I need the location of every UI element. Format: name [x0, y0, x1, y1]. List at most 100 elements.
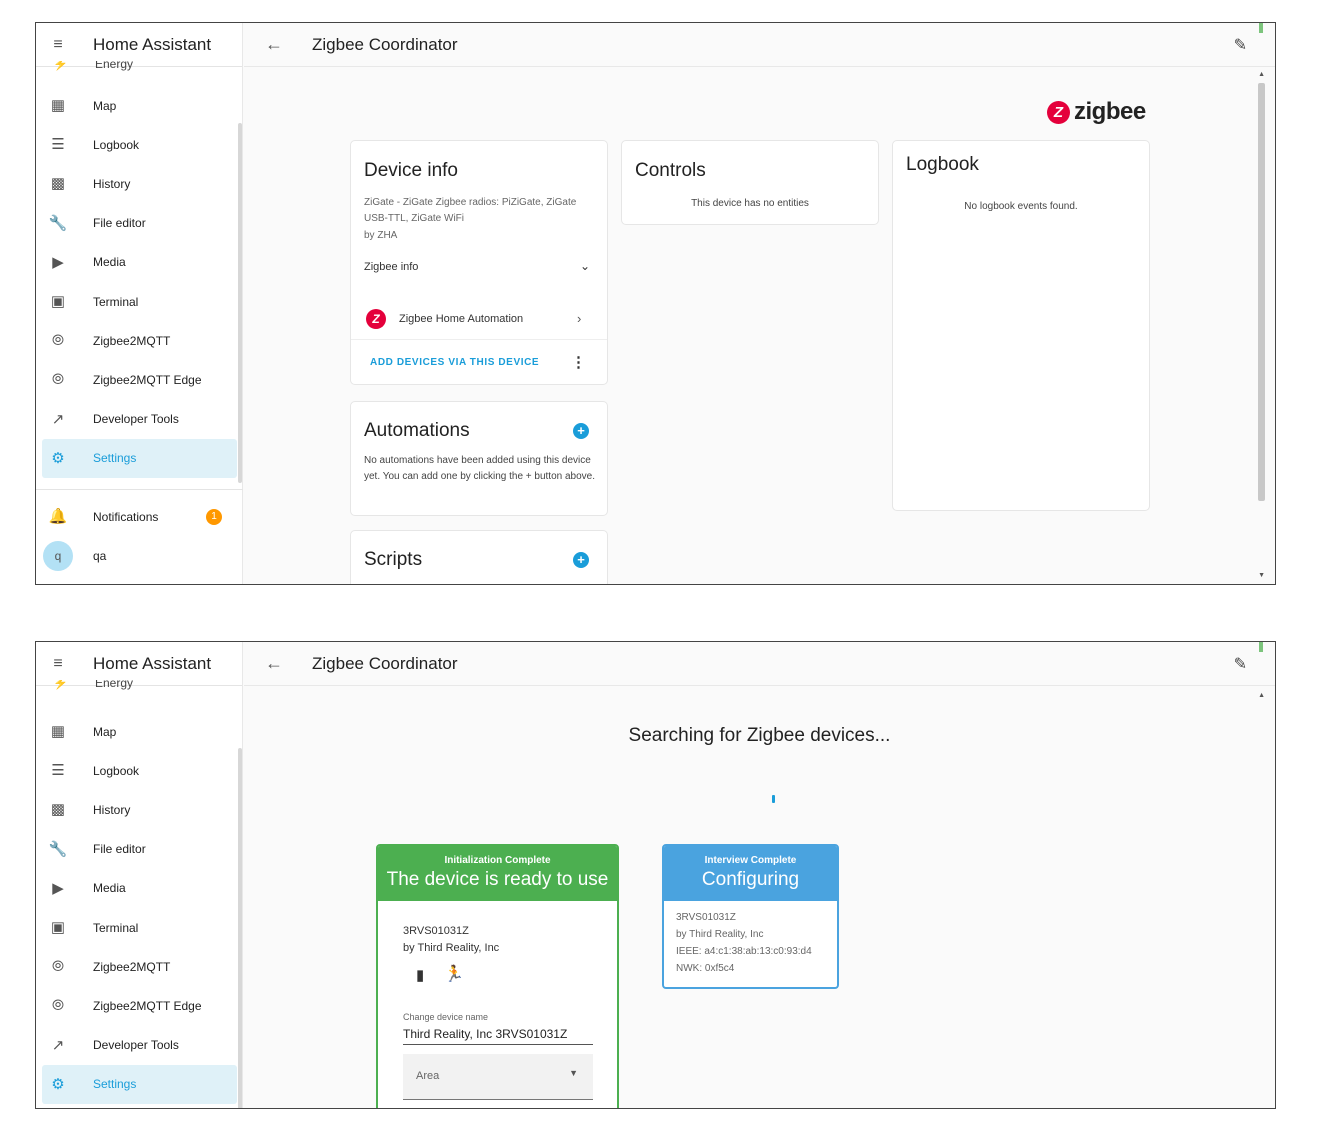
device-ieee: IEEE: a4:c1:38:ab:13:c0:93:d4 — [676, 946, 812, 957]
sidebar-item-file-editor[interactable]: 🔧 File editor — [36, 204, 243, 243]
device-description: ZiGate - ZiGate Zigbee radios: PiZiGate,… — [364, 197, 577, 224]
sidebar-item-developer-tools[interactable]: ↗ Developer Tools — [36, 1026, 243, 1065]
add-devices-button[interactable]: ADD DEVICES VIA THIS DEVICE — [370, 357, 539, 368]
media-icon: ▶ — [52, 879, 64, 897]
menu-icon[interactable]: ≡ — [36, 36, 80, 54]
back-arrow-icon[interactable]: ← — [252, 653, 296, 674]
chevron-right-icon[interactable]: › — [577, 311, 581, 326]
zigbee-logo: Z zigbee — [1047, 98, 1146, 126]
sidebar-item-map[interactable]: ▦ Map — [36, 712, 243, 751]
sidebar-item-zigbee2mqtt-edge[interactable]: ⦾ Zigbee2MQTT Edge — [36, 360, 243, 399]
device-ready-stage: The device is ready to use — [386, 869, 609, 890]
sidebar-item-terminal[interactable]: ▣ Terminal — [36, 282, 243, 321]
chevron-down-icon[interactable]: ⌄ — [580, 259, 590, 273]
motion-sensor-icon: 🏃 — [444, 966, 464, 983]
sidebar-item-zigbee2mqtt-edge[interactable]: ⦾ Zigbee2MQTT Edge — [36, 986, 243, 1025]
device-nwk: NWK: 0xf5c4 — [676, 963, 735, 974]
zigbee-info-toggle[interactable]: Zigbee info — [364, 261, 418, 273]
menu-icon[interactable]: ≡ — [36, 655, 80, 673]
scripts-title: Scripts — [364, 549, 423, 570]
card-divider — [351, 339, 607, 340]
sidebar-item-settings[interactable]: ⚙ Settings — [42, 438, 237, 478]
sidebar: ≡ Home Assistant ⚡ Energy ▦ Map ☰ Logbook … — [36, 642, 243, 1108]
integration-link[interactable]: Zigbee Home Automation — [399, 313, 523, 325]
screenshot-add-devices: ≡ Home Assistant ⚡ Energy ▦ Map ☰ Logbook … — [35, 641, 1276, 1109]
add-automation-button[interactable]: + — [573, 423, 589, 439]
sidebar-item-map[interactable]: ▦ Map — [36, 86, 243, 125]
device-info-title: Device info — [364, 160, 458, 181]
zigbee2mqtt-edge-icon: ⦾ — [51, 997, 64, 1015]
sidebar-item-zigbee2mqtt[interactable]: ⦾ Zigbee2MQTT — [36, 321, 243, 360]
sidebar-item-file-editor[interactable]: 🔧 File editor — [36, 830, 243, 869]
hammer-icon: ↗ — [51, 1036, 65, 1054]
gear-icon: ⚙ — [51, 449, 65, 467]
sidebar-item-user[interactable]: q qa — [36, 536, 243, 575]
sidebar: ≡ Home Assistant ⚡ Energy ▦ Map ☰ Logbook … — [36, 23, 243, 584]
zha-logo-icon: Z — [366, 309, 386, 329]
zigbee2mqtt-edge-icon: ⦾ — [51, 371, 64, 389]
page-title: Zigbee Coordinator — [312, 653, 458, 673]
wrench-icon: 🔧 — [48, 214, 68, 232]
hammer-icon: ↗ — [51, 410, 65, 428]
device-info-card: Device info ZiGate - ZiGate Zigbee radio… — [350, 140, 608, 385]
sidebar-footer: 🔔 Notifications 1 q qa — [36, 497, 243, 575]
map-icon: ▦ — [50, 723, 66, 741]
sidebar-item-logbook[interactable]: ☰ Logbook — [36, 751, 243, 790]
gear-icon: ⚙ — [51, 1075, 65, 1093]
terminal-icon: ▣ — [50, 919, 66, 937]
controls-title: Controls — [635, 160, 706, 181]
sidebar-item-media[interactable]: ▶ Media — [36, 869, 243, 908]
device-model: 3RVS01031Z — [403, 925, 469, 937]
zigbee2mqtt-icon: ⦾ — [51, 332, 64, 350]
scripts-card: Scripts + — [350, 530, 608, 584]
scroll-up-arrow[interactable]: ▲ — [1258, 71, 1265, 78]
sidebar-divider — [36, 489, 243, 490]
add-script-button[interactable]: + — [573, 552, 589, 568]
sidebar-scrollbar[interactable] — [238, 748, 242, 1108]
device-manufacturer: by Third Reality, Inc — [676, 929, 764, 940]
logbook-icon: ☰ — [51, 136, 65, 154]
status-indicator — [1259, 642, 1263, 652]
main-scrollbar[interactable] — [1258, 83, 1265, 501]
searching-heading: Searching for Zigbee devices... — [628, 725, 891, 746]
notification-badge: 1 — [206, 508, 222, 525]
loading-spinner — [772, 795, 775, 803]
history-icon: ▩ — [50, 801, 66, 819]
sidebar-item-history[interactable]: ▩ History — [36, 164, 243, 203]
area-select[interactable]: Area ▼ — [403, 1054, 593, 1100]
sidebar-item-logbook[interactable]: ☰ Logbook — [36, 125, 243, 164]
scroll-down-arrow[interactable]: ▼ — [1258, 572, 1265, 579]
logbook-empty-text: No logbook events found. — [964, 201, 1078, 212]
sidebar-nav: ▦ Map ☰ Logbook ▩ History 🔧 File editor ▶ Med… — [36, 712, 243, 1104]
sidebar-item-media[interactable]: ▶ Media — [36, 243, 243, 282]
dropdown-arrow-icon: ▼ — [569, 1068, 578, 1078]
sidebar-item-notifications[interactable]: 🔔 Notifications 1 — [36, 497, 243, 536]
back-arrow-icon[interactable]: ← — [252, 34, 296, 55]
app-title: Home Assistant — [93, 653, 212, 673]
logbook-card: Logbook No logbook events found. — [892, 140, 1150, 511]
energy-icon: ⚡ — [53, 61, 68, 71]
sidebar-scrollbar[interactable] — [238, 123, 242, 483]
terminal-icon: ▣ — [50, 293, 66, 311]
top-bar: ← Zigbee Coordinator ✎ — [244, 642, 1275, 686]
bell-icon: 🔔 — [48, 508, 68, 526]
device-name-input[interactable]: Third Reality, Inc 3RVS01031Z — [403, 1027, 593, 1045]
sidebar-item-zigbee2mqtt[interactable]: ⦾ Zigbee2MQTT — [36, 947, 243, 986]
more-vert-icon[interactable]: ⋮ — [571, 353, 586, 371]
sidebar-item-energy[interactable]: ⚡ Energy — [36, 61, 243, 75]
status-indicator — [1259, 23, 1263, 33]
device-ready-status: Initialization Complete — [444, 855, 551, 866]
edit-pencil-icon[interactable]: ✎ — [1234, 35, 1247, 55]
sidebar-item-history[interactable]: ▩ History — [36, 790, 243, 829]
scroll-up-arrow[interactable]: ▲ — [1258, 692, 1265, 699]
sidebar-item-settings[interactable]: ⚙ Settings — [42, 1064, 237, 1104]
sidebar-item-energy[interactable]: ⚡ Energy — [36, 680, 243, 694]
device-manufacturer: by Third Reality, Inc — [403, 942, 500, 954]
sidebar-item-developer-tools[interactable]: ↗ Developer Tools — [36, 400, 243, 439]
device-ready-card: Initialization Complete The device is re… — [376, 844, 619, 1108]
edit-pencil-icon[interactable]: ✎ — [1234, 654, 1247, 674]
page-title: Zigbee Coordinator — [312, 34, 458, 54]
history-icon: ▩ — [50, 175, 66, 193]
sidebar-item-terminal[interactable]: ▣ Terminal — [36, 908, 243, 947]
device-configuring-card: Interview Complete Configuring 3RVS01031… — [662, 844, 839, 989]
